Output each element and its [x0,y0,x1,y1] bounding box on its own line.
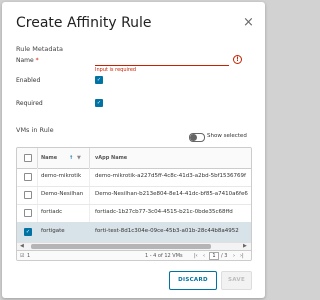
scrollbar-thumb[interactable] [31,244,211,249]
header-separator [37,148,38,168]
row-checkbox[interactable] [24,173,32,181]
table-row[interactable]: Demo-Nesilhan Demo-Nesilhan-b213e804-8e1… [17,186,251,205]
vapp-name-cell: forti-test-8d1c304e-09ce-45b3-a01b-28c44… [95,228,239,234]
create-affinity-rule-dialog: Create Affinity Rule × Rule Metadata Nam… [2,2,265,298]
name-error-message: Input is required [95,67,137,73]
rule-metadata-heading: Rule Metadata [16,45,63,53]
required-checkbox[interactable]: ✓ [95,99,103,107]
pagination-range: 1 - 4 of 12 VMs [145,253,183,259]
close-icon[interactable]: × [243,15,254,30]
vapp-name-cell: fortiadc-1b27cb77-3c04-4515-b21c-0bde35c… [95,209,233,215]
page-number-input[interactable]: 1 [209,252,219,260]
page-total: / 3 [221,253,228,259]
dialog-title: Create Affinity Rule [16,15,152,31]
required-label: Required [16,100,43,107]
datagrid-footer: ☑ 1 1 - 4 of 12 VMs |‹ ‹ 1 / 3 › ›| [17,250,251,260]
sort-arrow-icon[interactable]: ↑ [69,155,73,161]
selected-count: 1 [27,253,31,259]
vapp-column-header[interactable]: vApp Name [95,155,127,161]
footer-checkbox-icon: ☑ [20,253,25,259]
error-icon: ! [233,55,242,64]
name-input[interactable] [95,57,229,66]
required-marker: * [35,57,39,64]
prev-page-icon[interactable]: ‹ [203,253,205,259]
table-row-selected[interactable]: ✓ fortigate forti-test-8d1c304e-09ce-45b… [17,222,251,243]
show-selected-label: Show selected [207,133,247,139]
toggle-knob [190,134,197,141]
enabled-label: Enabled [16,77,41,84]
discard-button[interactable]: DISCARD [169,271,217,290]
row-checkbox[interactable] [24,191,32,199]
vm-name-cell: fortiadc [41,209,63,215]
horizontal-scrollbar[interactable]: ◀ ▶ [17,242,251,250]
vms-in-rule-heading: VMs in Rule [16,126,54,134]
vm-name-cell: Demo-Nesilhan [41,191,84,197]
name-label: Name * [16,57,39,64]
scroll-left-icon[interactable]: ◀ [20,243,24,249]
row-checkbox-checked[interactable]: ✓ [24,228,32,236]
name-label-text: Name [16,57,34,64]
vms-datagrid: Name ↑ ▼ vApp Name demo-mikrotik demo-mi… [16,147,252,261]
vm-name-cell: demo-mikrotik [41,173,82,179]
enabled-checkbox[interactable]: ✓ [95,76,103,84]
save-button[interactable]: SAVE [221,271,252,290]
table-row[interactable]: fortiadc fortiadc-1b27cb77-3c04-4515-b21… [17,204,251,223]
table-row[interactable]: demo-mikrotik demo-mikrotik-a227d5ff-4c8… [17,168,251,187]
last-page-icon[interactable]: ›| [240,253,244,259]
vapp-name-cell: Demo-Nesilhan-b213e804-8e14-41dc-bf85-a7… [95,191,248,197]
show-selected-toggle[interactable] [189,133,205,142]
first-page-icon[interactable]: |‹ [194,253,198,259]
header-separator [89,148,90,168]
select-all-checkbox[interactable] [24,154,32,162]
name-column-header[interactable]: Name [41,155,57,161]
filter-icon[interactable]: ▼ [77,155,81,161]
next-page-icon[interactable]: › [233,253,235,259]
scroll-right-icon[interactable]: ▶ [243,243,247,249]
row-checkbox[interactable] [24,209,32,217]
vapp-name-cell: demo-mikrotik-a227d5ff-4c8c-41d3-a2bd-5b… [95,173,246,179]
datagrid-header: Name ↑ ▼ vApp Name [17,148,251,169]
vm-name-cell: fortigate [41,228,65,234]
